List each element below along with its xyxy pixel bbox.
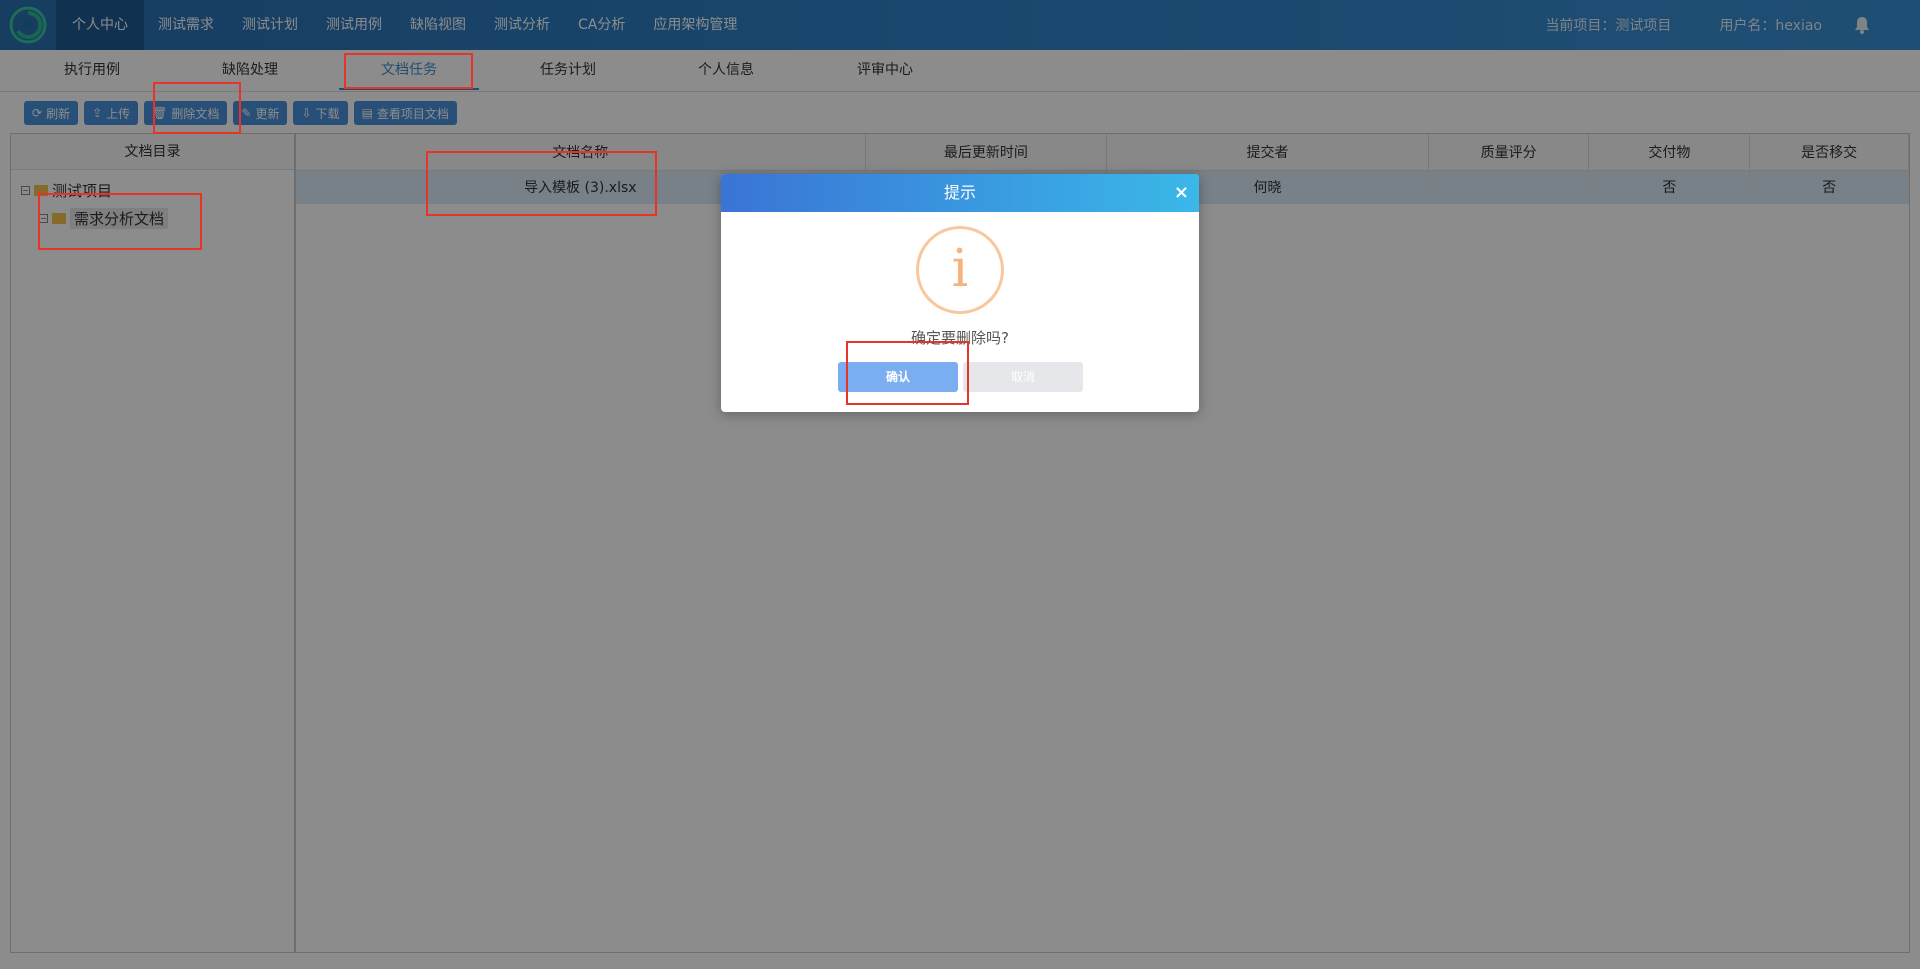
close-icon[interactable]: ×: [1174, 174, 1189, 212]
annotation-box-document-tasks-tab: [344, 53, 473, 89]
annotation-box-confirm-button: [846, 341, 969, 405]
annotation-box-tree-node: [38, 193, 202, 250]
info-icon: i: [916, 226, 1004, 314]
dialog-header: 提示 ×: [721, 174, 1199, 212]
annotation-box-delete-button: [153, 82, 241, 134]
dialog-title: 提示: [943, 183, 976, 202]
cancel-button[interactable]: 取消: [963, 362, 1083, 392]
annotation-box-document-row: [426, 151, 657, 216]
modal-backdrop[interactable]: [0, 0, 1920, 969]
